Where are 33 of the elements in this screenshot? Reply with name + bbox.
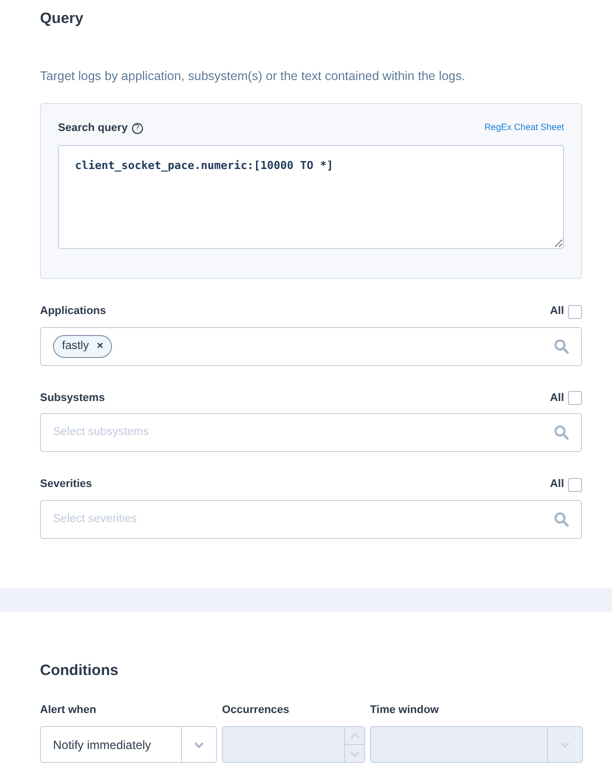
cheat-sheet-link[interactable]: RegEx Cheat Sheet [484,121,564,135]
remove-icon[interactable]: × [96,338,104,354]
select-dropdown[interactable]: Notify immediately [40,726,217,764]
field-label: Applications [40,304,106,320]
all-checkbox[interactable] [568,391,582,405]
section-title: Query [40,10,84,28]
help-icon[interactable]: ? [132,122,143,134]
chevron-down-icon [194,742,204,748]
select-field[interactable]: fastly × [40,326,582,366]
section-description: Target logs by application, subsystem(s) or the text contained within the logs. [40,68,466,85]
all-label: All [550,304,564,320]
field-label: Severities [40,477,92,492]
select-value: Notify immediately [53,736,152,754]
all-checkbox[interactable] [568,304,582,318]
chevron-down-icon [350,750,360,757]
all-checkbox[interactable] [568,478,582,492]
section-title: Conditions [40,662,120,680]
field-label: Subsystems [40,390,105,406]
all-label: All [550,390,564,406]
query-textarea[interactable]: client_socket_pace.numeric:[10000 TO *] [58,145,564,250]
search-icon [554,425,569,440]
search-icon [554,338,569,354]
field-label: Occurrences [222,702,290,718]
field-label: Alert when [40,702,98,718]
field-label: Time window [370,702,440,718]
all-label: All [550,477,564,492]
placeholder-text: Select severities [53,512,137,527]
field-label: Search query [58,120,128,136]
chevron-up-icon [350,732,360,739]
placeholder-text: Select subsystems [53,425,149,440]
tag-chip[interactable]: fastly × [53,334,112,358]
chevron-down-icon [560,742,570,748]
search-icon [554,512,569,527]
